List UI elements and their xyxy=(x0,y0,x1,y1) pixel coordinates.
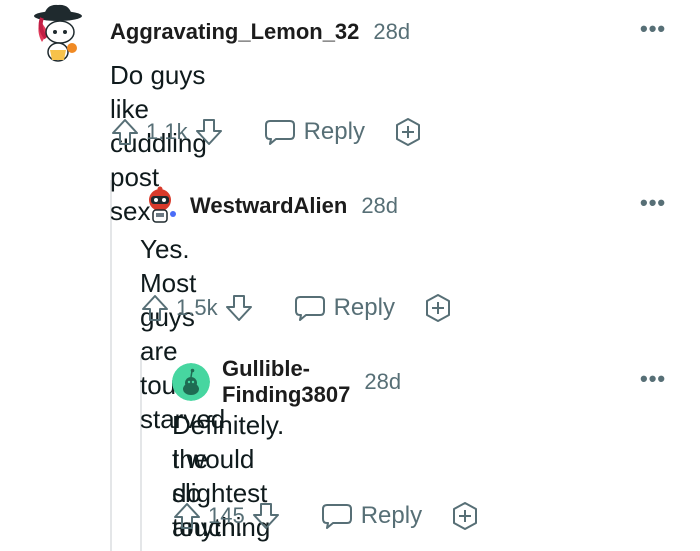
award-icon[interactable] xyxy=(393,117,423,147)
more-options-icon[interactable]: ••• xyxy=(640,190,666,216)
username[interactable]: Aggravating_Lemon_32 xyxy=(110,19,359,45)
more-options-icon[interactable]: ••• xyxy=(640,366,666,392)
comment-bubble-icon xyxy=(321,501,353,531)
comment-header: WestwardAlien 28d xyxy=(190,186,398,226)
avatar[interactable] xyxy=(172,363,210,401)
award-icon[interactable] xyxy=(423,293,453,323)
comment-actions: 1.1k Reply xyxy=(110,112,423,152)
comment-body: Yes. Most guys are touch starved xyxy=(140,234,226,434)
more-options-icon[interactable]: ••• xyxy=(640,16,666,42)
reply-label: Reply xyxy=(360,502,423,529)
timestamp[interactable]: 28d xyxy=(361,193,398,219)
timestamp[interactable]: 28d xyxy=(364,369,401,395)
comment-bubble-icon xyxy=(294,293,326,323)
vote-score: 1.1k xyxy=(146,119,188,144)
comment-header: Aggravating_Lemon_32 28d xyxy=(110,12,410,52)
avatar[interactable] xyxy=(32,2,84,62)
default-snoo-icon xyxy=(172,363,210,401)
thread-line-level-1[interactable] xyxy=(110,180,112,551)
reply-label: Reply xyxy=(303,118,365,145)
reply-button[interactable]: Reply xyxy=(264,117,365,147)
username[interactable]: Gullible-Finding3807 xyxy=(222,356,350,408)
comment-header: Gullible-Finding3807 28d xyxy=(222,356,401,407)
avatar[interactable] xyxy=(140,186,180,226)
downvote-icon[interactable] xyxy=(194,117,224,147)
award-icon[interactable] xyxy=(450,501,480,531)
downvote-icon[interactable] xyxy=(251,501,281,531)
upvote-icon[interactable] xyxy=(172,501,202,531)
vote-score: 1.5k xyxy=(176,295,218,320)
snoo-avatar-icon xyxy=(34,4,82,62)
vote-score: 145 xyxy=(208,503,245,528)
upvote-icon[interactable] xyxy=(140,293,170,323)
upvote-icon[interactable] xyxy=(110,117,140,147)
downvote-icon[interactable] xyxy=(224,293,254,323)
reply-button[interactable]: Reply xyxy=(321,501,422,531)
reply-button[interactable]: Reply xyxy=(294,293,395,323)
comment-bubble-icon xyxy=(264,117,296,147)
username[interactable]: WestwardAlien xyxy=(190,193,347,219)
comment-actions: 1.5k Reply xyxy=(140,288,453,328)
comment-actions: 145 Reply xyxy=(172,496,480,536)
reply-label: Reply xyxy=(333,294,395,321)
timestamp[interactable]: 28d xyxy=(373,19,410,45)
snoo-avatar-icon xyxy=(149,186,176,223)
